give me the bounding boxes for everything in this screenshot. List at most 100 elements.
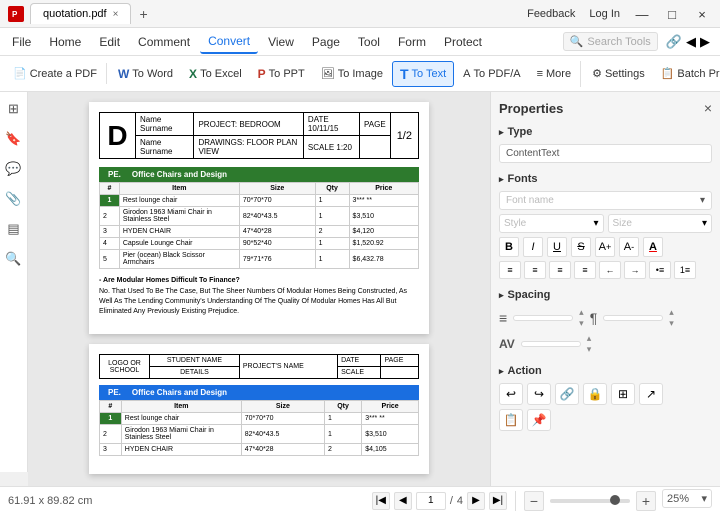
- font-color-button[interactable]: A: [643, 237, 663, 257]
- menu-convert[interactable]: Convert: [200, 30, 258, 54]
- align-buttons: ≡ ≡ ≡ ≡ ← → •≡ 1≡: [499, 261, 712, 279]
- font-style-dropdown[interactable]: Style ▾: [499, 214, 604, 233]
- to-excel-button[interactable]: X To Excel: [182, 63, 249, 85]
- close-button[interactable]: ×: [688, 0, 716, 28]
- align-left-button[interactable]: ≡: [499, 261, 521, 279]
- new-tab-button[interactable]: +: [131, 2, 155, 26]
- strikethrough-button[interactable]: S: [571, 237, 591, 257]
- tab-close-button[interactable]: ×: [113, 9, 119, 20]
- menu-comment[interactable]: Comment: [130, 31, 198, 53]
- indent-increase-button[interactable]: →: [624, 261, 646, 279]
- pdf-page-1: D Name Surname PROJECT: BEDROOM DATE 10/…: [89, 102, 429, 334]
- page2-header-table: LOGO OR SCHOOL STUDENT NAME PROJECT'S NA…: [99, 354, 419, 379]
- main-content: D Name Surname PROJECT: BEDROOM DATE 10/…: [28, 92, 490, 486]
- zoom-in-button[interactable]: +: [636, 491, 656, 511]
- menu-protect[interactable]: Protect: [436, 31, 490, 53]
- spacing-section: Spacing ≡ ▴▾ ¶ ▴▾ AV ▴▾: [499, 289, 712, 355]
- zoom-level-display[interactable]: 25% ▾: [662, 489, 712, 508]
- align-justify-button[interactable]: ≡: [574, 261, 596, 279]
- underline-button[interactable]: U: [547, 237, 567, 257]
- action-redo-button[interactable]: ↪: [527, 383, 551, 405]
- superscript-button[interactable]: A+: [595, 237, 615, 257]
- create-pdf-button[interactable]: 📄 Create a PDF: [6, 63, 104, 84]
- table-row: 3 HYDEN CHAIR 47*40*28 2 $4,105: [100, 444, 419, 456]
- zoom-out-button[interactable]: −: [524, 491, 544, 511]
- action-undo-button[interactable]: ↩: [499, 383, 523, 405]
- login-button[interactable]: Log In: [583, 6, 626, 22]
- to-image-button[interactable]: 🖼 To Image: [314, 63, 390, 84]
- menu-page[interactable]: Page: [304, 31, 348, 53]
- table-row: 1 Rest lounge chair 70*70*70 1 3*** **: [100, 413, 419, 425]
- bold-button[interactable]: B: [499, 237, 519, 257]
- menu-edit[interactable]: Edit: [91, 31, 128, 53]
- external-link-icon[interactable]: 🔗: [666, 34, 682, 50]
- svg-text:P: P: [12, 10, 18, 19]
- nav-forward-icon[interactable]: ▶: [700, 34, 710, 50]
- first-page-button[interactable]: |◀: [372, 492, 390, 510]
- zoom-chevron-icon: ▾: [701, 492, 707, 505]
- page1-header-table: D Name Surname PROJECT: BEDROOM DATE 10/…: [99, 112, 419, 159]
- sidebar-thumbnail-icon[interactable]: ⊞: [3, 98, 25, 120]
- action-link-button[interactable]: 🔗: [555, 383, 579, 405]
- subscript-button[interactable]: A-: [619, 237, 639, 257]
- total-pages: 4: [457, 495, 463, 507]
- batch-icon: 📋: [661, 67, 675, 80]
- to-pdfa-button[interactable]: A To PDF/A: [456, 64, 527, 84]
- zoom-slider[interactable]: [550, 499, 630, 503]
- indent-decrease-button[interactable]: ←: [599, 261, 621, 279]
- page-number-input[interactable]: [416, 492, 446, 510]
- para-spacing-spinner[interactable]: ▴▾: [669, 307, 674, 329]
- sidebar-layers-icon[interactable]: ▤: [3, 218, 25, 240]
- menu-view[interactable]: View: [260, 31, 302, 53]
- settings-button[interactable]: ⚙ Settings: [585, 63, 652, 84]
- action-export-button[interactable]: ↗: [639, 383, 663, 405]
- convert-tools: W To Word X To Excel P To PPT 🖼 To Image…: [109, 61, 581, 87]
- italic-button[interactable]: I: [523, 237, 543, 257]
- sidebar-comment-icon[interactable]: 💬: [3, 158, 25, 180]
- minimize-button[interactable]: —: [628, 0, 656, 28]
- align-right-button[interactable]: ≡: [549, 261, 571, 279]
- last-page-button[interactable]: ▶|: [489, 492, 507, 510]
- prev-page-button[interactable]: ◀: [394, 492, 412, 510]
- to-ppt-button[interactable]: P To PPT: [251, 63, 312, 85]
- feedback-button[interactable]: Feedback: [521, 6, 581, 22]
- action-copy-button[interactable]: 📋: [499, 409, 523, 431]
- align-center-button[interactable]: ≡: [524, 261, 546, 279]
- char-spacing-row: AV ▴▾: [499, 333, 712, 355]
- batch-button[interactable]: 📋 Batch Pr...: [654, 63, 720, 84]
- page2-pe-badge: PE.: [105, 388, 124, 397]
- para-spacing-input[interactable]: [603, 315, 663, 321]
- search-tools[interactable]: 🔍 Search Tools: [563, 32, 658, 51]
- line-spacing-input[interactable]: [513, 315, 573, 321]
- col-qty: Qty: [315, 183, 349, 195]
- action-table-button[interactable]: ⊞: [611, 383, 635, 405]
- sidebar-search-icon[interactable]: 🔍: [3, 248, 25, 270]
- line-spacing-spinner[interactable]: ▴▾: [579, 307, 584, 329]
- sidebar-bookmark-icon[interactable]: 🔖: [3, 128, 25, 150]
- sidebar-attach-icon[interactable]: 📎: [3, 188, 25, 210]
- more-icon: ≡: [537, 68, 543, 80]
- menu-home[interactable]: Home: [41, 31, 89, 53]
- panel-header: Properties ×: [499, 100, 712, 116]
- action-pin-button[interactable]: 📌: [527, 409, 551, 431]
- maximize-button[interactable]: □: [658, 0, 686, 28]
- page1-table-title: PE. Office Chairs and Design: [99, 167, 419, 182]
- next-page-button[interactable]: ▶: [467, 492, 485, 510]
- menu-form[interactable]: Form: [390, 31, 434, 53]
- char-spacing-input[interactable]: [521, 341, 581, 347]
- nav-back-icon[interactable]: ◀: [686, 34, 696, 50]
- action-lock-button[interactable]: 🔒: [583, 383, 607, 405]
- more-button[interactable]: ≡ More: [530, 64, 578, 84]
- panel-close-button[interactable]: ×: [704, 100, 712, 116]
- bullets-button[interactable]: •≡: [649, 261, 671, 279]
- font-family-dropdown[interactable]: Font name ▾: [499, 191, 712, 210]
- char-spacing-spinner[interactable]: ▴▾: [587, 333, 592, 355]
- to-word-button[interactable]: W To Word: [111, 63, 180, 85]
- menu-file[interactable]: File: [4, 31, 39, 53]
- numbers-button[interactable]: 1≡: [674, 261, 696, 279]
- menu-tool[interactable]: Tool: [350, 31, 388, 53]
- font-controls-row: Style ▾ Size ▾: [499, 214, 712, 233]
- document-tab[interactable]: quotation.pdf ×: [30, 3, 131, 24]
- to-text-button[interactable]: T To Text: [392, 61, 454, 87]
- font-size-dropdown[interactable]: Size ▾: [608, 214, 713, 233]
